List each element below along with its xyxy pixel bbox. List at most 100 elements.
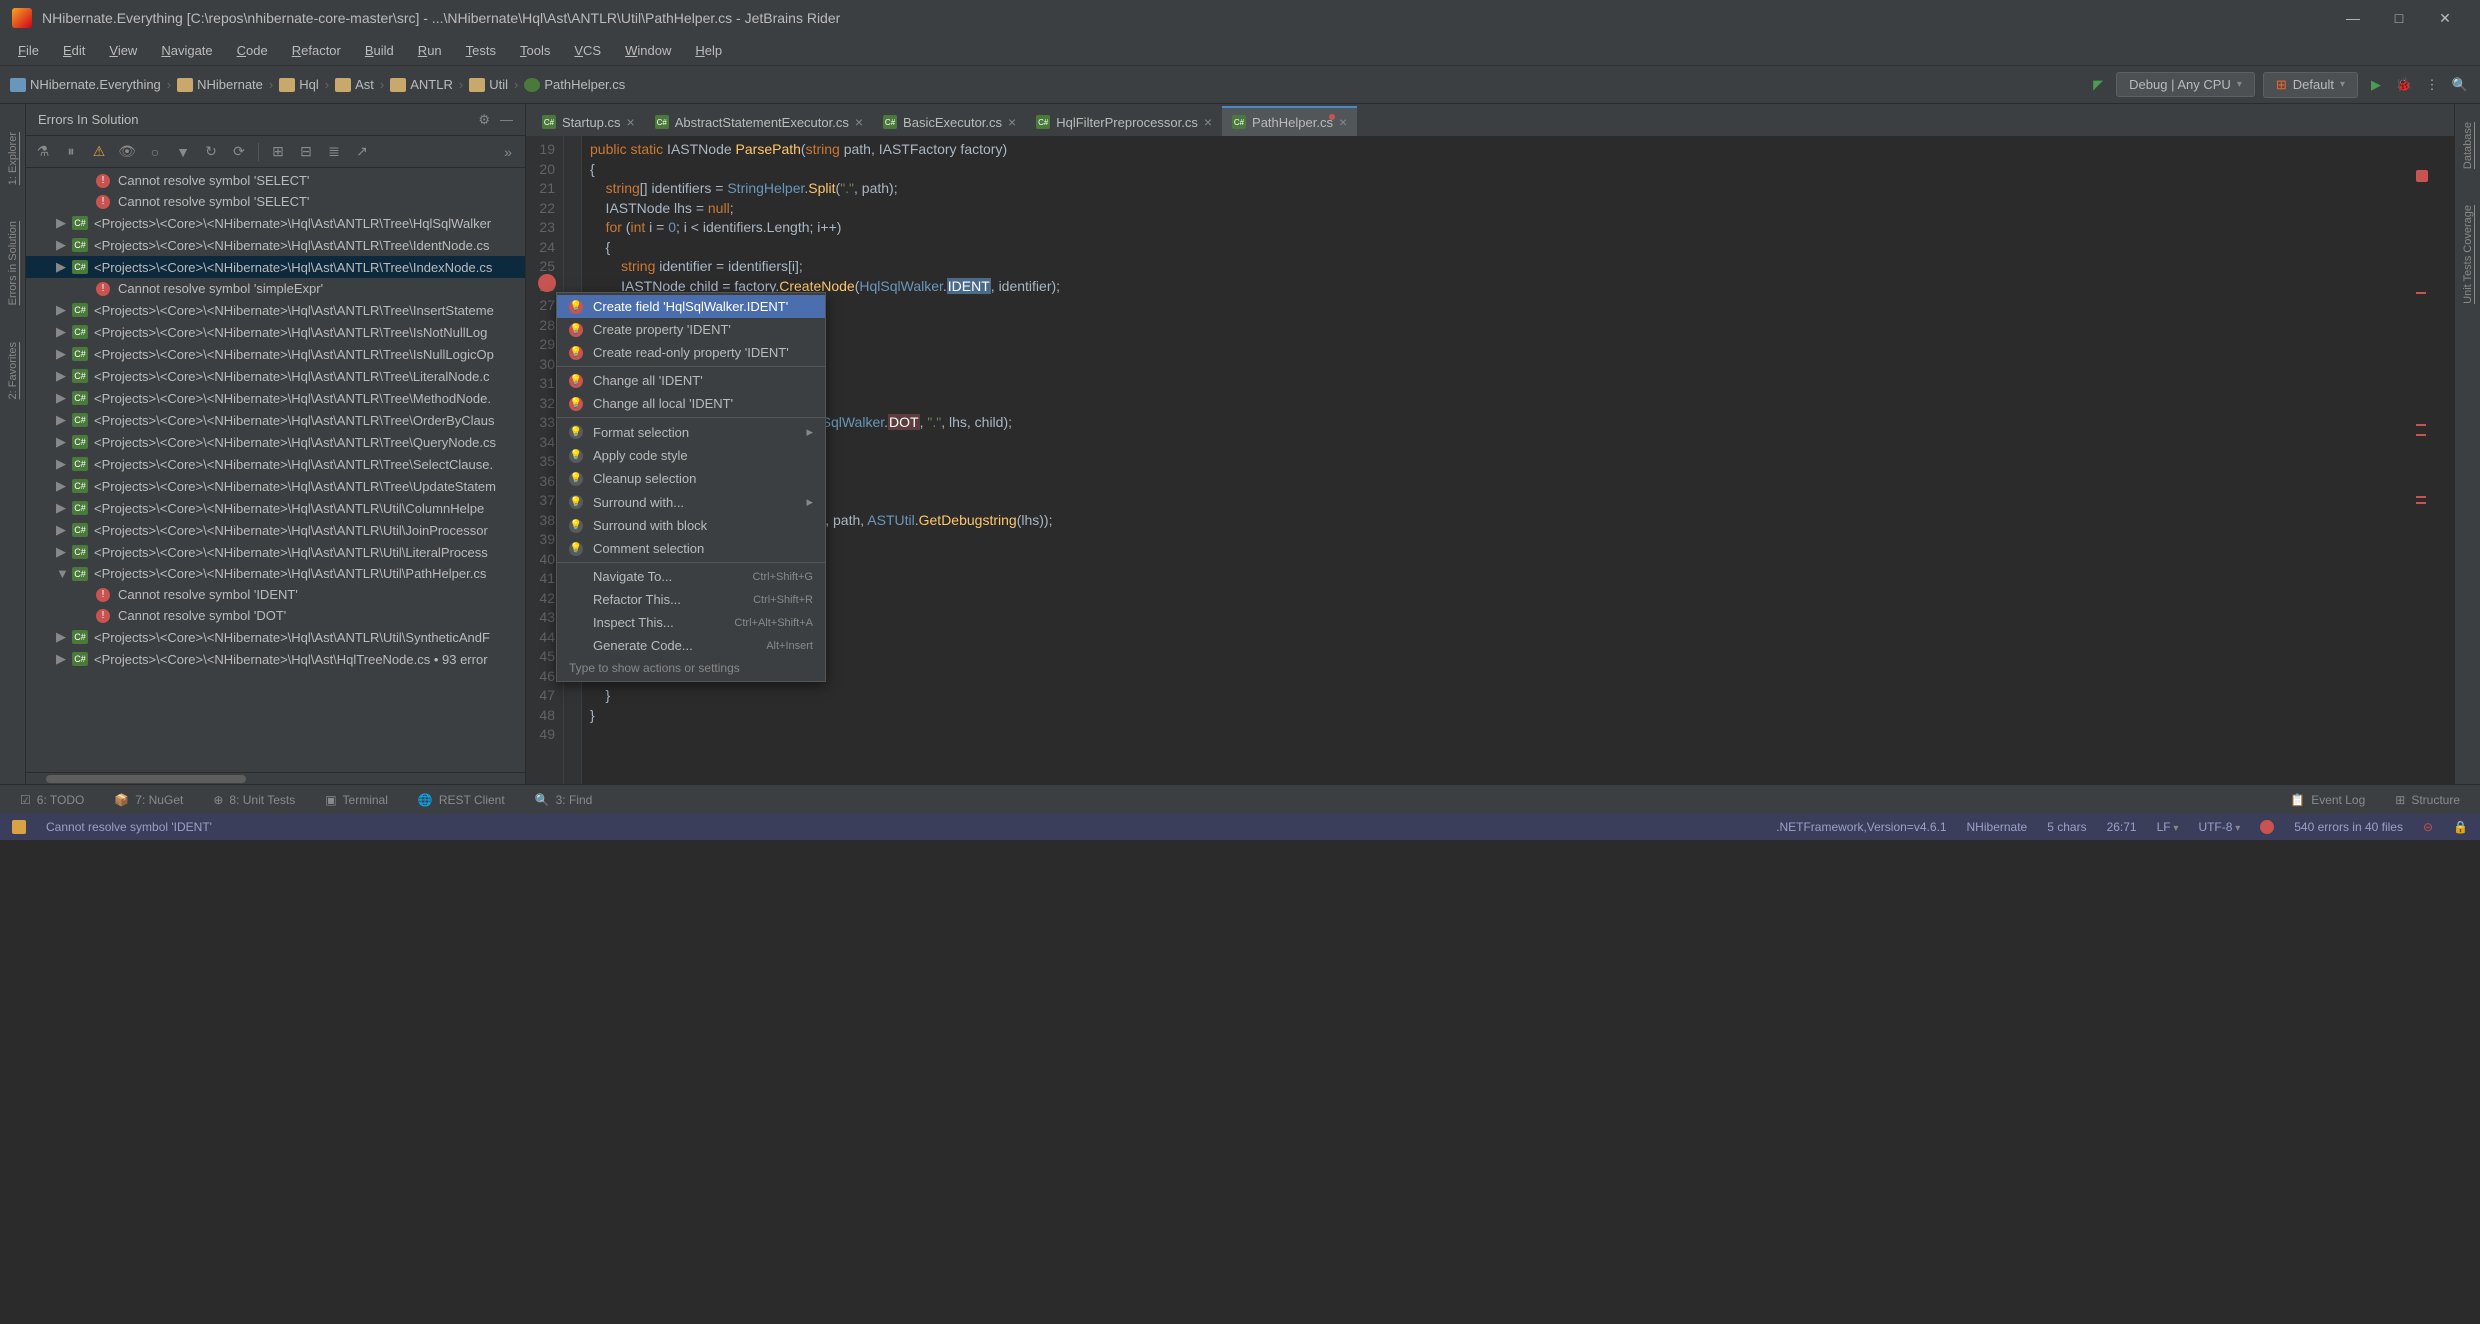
error-file[interactable]: ▶C#<Projects>\<Core>\<NHibernate>\Hql\As… — [26, 475, 525, 497]
context-menu-item[interactable]: 💡Format selection▸ — [557, 420, 825, 444]
error-item[interactable]: !Cannot resolve symbol 'IDENT' — [26, 584, 525, 605]
editor-tab[interactable]: C#PathHelper.cs× — [1222, 106, 1357, 136]
menu-file[interactable]: File — [8, 39, 49, 62]
menu-run[interactable]: Run — [408, 39, 452, 62]
context-menu-item[interactable]: 💡Create field 'HqlSqlWalker.IDENT' — [557, 295, 825, 318]
context-menu-item[interactable]: Inspect This...Ctrl+Alt+Shift+A — [557, 611, 825, 634]
menu-code[interactable]: Code — [227, 39, 278, 62]
minimize-panel-icon[interactable]: — — [500, 112, 513, 128]
error-file[interactable]: ▶C#<Projects>\<Core>\<NHibernate>\Hql\As… — [26, 541, 525, 563]
status-encoding[interactable]: UTF-8 — [2198, 820, 2240, 834]
error-file[interactable]: ▶C#<Projects>\<Core>\<NHibernate>\Hql\As… — [26, 234, 525, 256]
collapse-icon[interactable]: ⊟ — [297, 143, 315, 161]
error-item[interactable]: !Cannot resolve symbol 'SELECT' — [26, 170, 525, 191]
context-menu-item[interactable]: 💡Create property 'IDENT' — [557, 318, 825, 341]
close-tab-icon[interactable]: × — [1339, 114, 1347, 130]
menu-edit[interactable]: Edit — [53, 39, 95, 62]
error-list[interactable]: !Cannot resolve symbol 'SELECT'!Cannot r… — [26, 168, 525, 772]
error-file[interactable]: ▶C#<Projects>\<Core>\<NHibernate>\Hql\As… — [26, 519, 525, 541]
context-menu-item[interactable]: 💡Cleanup selection — [557, 467, 825, 490]
event-log-button[interactable]: 📋 Event Log — [2290, 793, 2365, 807]
status-indicator-icon[interactable]: ⊝ — [2423, 820, 2433, 834]
error-item[interactable]: !Cannot resolve symbol 'SELECT' — [26, 191, 525, 212]
error-item[interactable]: !Cannot resolve symbol 'DOT' — [26, 605, 525, 626]
error-file[interactable]: ▶C#<Projects>\<Core>\<NHibernate>\Hql\As… — [26, 453, 525, 475]
breadcrumb-item[interactable]: NHibernate — [177, 77, 263, 92]
menu-help[interactable]: Help — [685, 39, 732, 62]
error-file[interactable]: ▶C#<Projects>\<Core>\<NHibernate>\Hql\As… — [26, 365, 525, 387]
breadcrumb-item[interactable]: Util — [469, 77, 508, 92]
menu-vcs[interactable]: VCS — [564, 39, 611, 62]
tool-strip-item[interactable]: 1: Explorer — [5, 124, 21, 193]
close-tab-icon[interactable]: × — [1204, 114, 1212, 130]
breadcrumb-item[interactable]: Hql — [279, 77, 319, 92]
error-file[interactable]: ▶C#<Projects>\<Core>\<NHibernate>\Hql\As… — [26, 497, 525, 519]
code-content[interactable]: public static IASTNode ParsePath(string … — [582, 136, 2454, 784]
filter-icon[interactable]: ▼ — [174, 143, 192, 161]
status-errors[interactable]: 540 errors in 40 files — [2294, 820, 2403, 834]
gear-icon[interactable]: ⚙ — [478, 112, 490, 128]
rest-client-button[interactable]: 🌐 REST Client — [418, 793, 505, 807]
tool-strip-item[interactable]: Errors in Solution — [5, 213, 21, 313]
eye-icon[interactable]: ○ — [146, 143, 164, 161]
intention-bulb-icon[interactable] — [538, 274, 556, 292]
forward-icon[interactable]: » — [499, 143, 517, 161]
breadcrumb-item[interactable]: PathHelper.cs — [524, 77, 625, 92]
menu-navigate[interactable]: Navigate — [151, 39, 222, 62]
status-line-ending[interactable]: LF — [2157, 820, 2179, 834]
more-icon[interactable]: ⋮ — [2422, 75, 2442, 95]
menu-tools[interactable]: Tools — [510, 39, 560, 62]
nuget-button[interactable]: 📦 7: NuGet — [114, 793, 183, 807]
refresh-icon[interactable]: ↻ — [202, 143, 220, 161]
close-button[interactable]: ✕ — [2422, 3, 2468, 33]
editor-tab[interactable]: C#HqlFilterPreprocessor.cs× — [1026, 106, 1222, 136]
menu-view[interactable]: View — [99, 39, 147, 62]
error-file[interactable]: ▶C#<Projects>\<Core>\<NHibernate>\Hql\As… — [26, 409, 525, 431]
context-menu-item[interactable]: 💡Apply code style — [557, 444, 825, 467]
config-dropdown[interactable]: Debug | Any CPU — [2116, 72, 2255, 97]
editor-tab[interactable]: C#BasicExecutor.cs× — [873, 106, 1026, 136]
close-tab-icon[interactable]: × — [1008, 114, 1016, 130]
structure-button[interactable]: ⊞ Structure — [2395, 793, 2460, 807]
todo-button[interactable]: ☑ 6: TODO — [20, 793, 84, 807]
expand-icon[interactable]: ⊞ — [269, 143, 287, 161]
maximize-button[interactable]: □ — [2376, 3, 2422, 33]
menu-window[interactable]: Window — [615, 39, 681, 62]
pause-icon[interactable]: ⏸ — [62, 143, 80, 161]
menu-refactor[interactable]: Refactor — [282, 39, 351, 62]
error-file[interactable]: ▶C#<Projects>\<Core>\<NHibernate>\Hql\As… — [26, 256, 525, 278]
context-menu-item[interactable]: 💡Create read-only property 'IDENT' — [557, 341, 825, 364]
warning-icon[interactable]: ⚠ — [90, 143, 108, 161]
context-menu-item[interactable]: 💡Change all 'IDENT' — [557, 369, 825, 392]
context-menu-item[interactable]: 💡Surround with...▸ — [557, 490, 825, 514]
terminal-button[interactable]: ▣ Terminal — [325, 793, 388, 807]
status-lock-icon[interactable]: 🔒 — [2453, 820, 2468, 834]
scrollbar-horizontal[interactable] — [26, 772, 525, 784]
menu-tests[interactable]: Tests — [456, 39, 506, 62]
unit-tests-button[interactable]: ⊕ 8: Unit Tests — [213, 793, 295, 807]
group-icon[interactable]: ≣ — [325, 143, 343, 161]
flask-icon[interactable]: ⚗ — [34, 143, 52, 161]
tool-strip-item[interactable]: Database — [2460, 114, 2476, 177]
context-menu-item[interactable]: 💡Change all local 'IDENT' — [557, 392, 825, 415]
error-file[interactable]: ▼C#<Projects>\<Core>\<NHibernate>\Hql\As… — [26, 563, 525, 584]
search-icon[interactable]: 🔍 — [2450, 75, 2470, 95]
error-indicator-icon[interactable] — [2416, 170, 2428, 182]
error-file[interactable]: ▶C#<Projects>\<Core>\<NHibernate>\Hql\As… — [26, 626, 525, 648]
error-file[interactable]: ▶C#<Projects>\<Core>\<NHibernate>\Hql\As… — [26, 431, 525, 453]
editor-tab[interactable]: C#Startup.cs× — [532, 106, 645, 136]
error-item[interactable]: !Cannot resolve symbol 'simpleExpr' — [26, 278, 525, 299]
runconfig-dropdown[interactable]: ⊞ Default — [2263, 72, 2358, 98]
tool-strip-item[interactable]: 2: Favorites — [5, 334, 21, 407]
minimize-button[interactable]: — — [2330, 3, 2376, 33]
context-menu-item[interactable]: 💡Surround with block — [557, 514, 825, 537]
editor-tab[interactable]: C#AbstractStatementExecutor.cs× — [645, 106, 873, 136]
context-menu-item[interactable]: Generate Code...Alt+Insert — [557, 634, 825, 657]
tool-strip-item[interactable]: Unit Tests Coverage — [2460, 197, 2476, 312]
error-file[interactable]: ▶C#<Projects>\<Core>\<NHibernate>\Hql\As… — [26, 648, 525, 670]
run-icon[interactable]: ▶ — [2366, 75, 2386, 95]
error-file[interactable]: ▶C#<Projects>\<Core>\<NHibernate>\Hql\As… — [26, 212, 525, 234]
breadcrumb-item[interactable]: ANTLR — [390, 77, 453, 92]
eye-off-icon[interactable]: 👁 — [118, 143, 136, 161]
error-stripe[interactable] — [2416, 170, 2428, 784]
